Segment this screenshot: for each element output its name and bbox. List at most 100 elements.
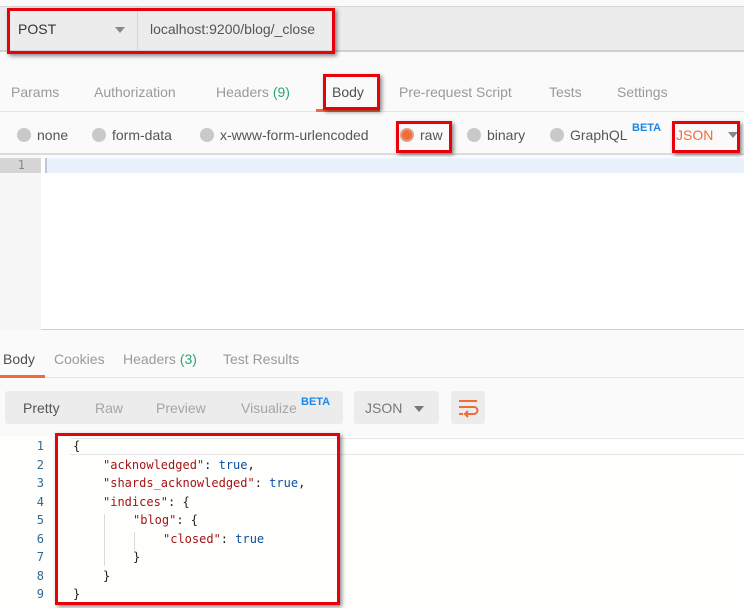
line-number: 9 <box>36 587 44 601</box>
code-line: } <box>133 550 140 564</box>
json-key: "indices" <box>103 494 169 509</box>
radio-label: raw <box>420 127 443 143</box>
radio-label: binary <box>487 127 526 143</box>
tab-pre-request-script[interactable]: Pre-request Script <box>399 84 512 100</box>
line-number: 4 <box>36 494 44 509</box>
tab-label: Tests <box>549 84 582 100</box>
tab-authorization[interactable]: Authorization <box>94 84 176 100</box>
tab-cookies[interactable]: Cookies <box>54 351 105 367</box>
radio-label: x-www-form-urlencoded <box>220 127 369 143</box>
url-input[interactable]: localhost:9200/blog/_close <box>150 21 315 37</box>
tab-label: Cookies <box>54 351 105 367</box>
radio-icon <box>17 128 31 142</box>
json-punct: } <box>73 587 81 601</box>
tab-response-body[interactable]: Body <box>3 351 35 367</box>
radio-icon <box>92 128 106 142</box>
code-line: } <box>73 587 80 601</box>
radio-label: none <box>37 127 69 143</box>
beta-badge: BETA <box>301 396 331 408</box>
view-preview-button[interactable]: Preview <box>156 400 206 416</box>
url-bar: POST localhost:9200/blog/_close <box>0 6 744 52</box>
tab-headers[interactable]: Headers (9) <box>216 84 290 100</box>
radio-icon <box>200 128 214 142</box>
line-number: 1 <box>0 158 41 173</box>
tab-label: Body <box>3 351 35 367</box>
json-key: "acknowledged" <box>103 457 205 472</box>
response-tabs: Body Cookies Headers (3) Test Results <box>0 338 744 378</box>
headers-count: (9) <box>272 84 290 100</box>
chevron-down-icon <box>115 27 125 33</box>
code-line: { <box>73 439 80 453</box>
indent-guide <box>104 514 105 566</box>
code-line: "blog": { <box>133 513 198 527</box>
view-raw-button[interactable]: Raw <box>95 400 123 416</box>
code-line: "closed": true <box>163 532 264 546</box>
active-line <box>70 438 744 455</box>
active-tab-indicator <box>0 375 45 378</box>
json-key: "shards_acknowledged" <box>103 476 255 490</box>
json-punct: : <box>220 531 236 546</box>
view-pretty-button[interactable]: Pretty <box>23 400 60 416</box>
radio-icon <box>467 128 481 142</box>
language-select[interactable]: JSON <box>676 127 713 143</box>
json-punct: : { <box>168 494 190 509</box>
json-punct: : <box>204 457 219 472</box>
code-line: "shards_acknowledged": true, <box>103 476 305 490</box>
chevron-down-icon <box>728 132 738 138</box>
line-number: 7 <box>36 550 44 564</box>
request-body-editor[interactable]: 1 <box>0 157 744 330</box>
tab-params[interactable]: Params <box>11 84 59 100</box>
tab-label: Settings <box>617 84 668 100</box>
tab-test-results[interactable]: Test Results <box>223 351 299 367</box>
wrap-lines-icon <box>459 400 479 418</box>
view-visualize-button[interactable]: Visualize <box>241 400 297 416</box>
tab-label: Pre-request Script <box>399 84 512 100</box>
tab-label: Test Results <box>223 351 300 367</box>
line-number: 3 <box>36 476 44 490</box>
view-mode-group: Pretty Raw Preview Visualize BETA <box>5 391 343 424</box>
code-line: } <box>103 569 110 583</box>
json-punct: , <box>298 476 306 490</box>
radio-label: GraphQL <box>570 127 628 143</box>
wrap-lines-button[interactable] <box>451 391 485 424</box>
line-number: 5 <box>36 513 44 527</box>
request-tabs: Params Authorization Headers (9) Body Pr… <box>0 70 744 112</box>
radio-icon <box>550 128 564 142</box>
method-select[interactable]: POST <box>0 7 138 51</box>
tab-label: Params <box>11 84 60 100</box>
json-value: true <box>218 457 248 472</box>
tab-label: Headers <box>123 351 176 367</box>
code-line: "acknowledged": true, <box>103 458 255 472</box>
json-value: true <box>269 476 299 490</box>
json-key: "blog" <box>133 513 177 527</box>
tab-tests[interactable]: Tests <box>549 84 582 100</box>
line-gutter: 1 <box>0 157 41 330</box>
tab-body[interactable]: Body <box>332 84 364 100</box>
json-key: "closed" <box>163 531 221 546</box>
chevron-down-icon <box>414 406 424 412</box>
json-punct: { <box>73 439 81 453</box>
body-type-selector: none form-data x-www-form-urlencoded raw… <box>0 113 744 155</box>
response-body-viewer[interactable]: 1 {2 "acknowledged": true, 3 "shards_acknowl… <box>0 436 744 608</box>
active-tab-indicator <box>316 109 380 112</box>
radio-label: form-data <box>112 127 172 143</box>
radio-selected-icon <box>400 128 414 142</box>
tab-response-headers[interactable]: Headers (3) <box>123 351 197 367</box>
method-label: POST <box>18 21 57 37</box>
text-cursor <box>45 158 47 173</box>
code-line: "indices": { <box>103 495 190 509</box>
json-punct: : <box>254 476 270 490</box>
response-format-select[interactable]: JSON <box>354 391 439 424</box>
format-label: JSON <box>365 400 403 416</box>
line-number: 1 <box>36 439 44 453</box>
active-line <box>45 158 744 173</box>
tab-label: Headers <box>216 84 269 100</box>
json-value: true <box>235 531 265 546</box>
json-punct: } <box>103 568 111 583</box>
json-punct: : { <box>176 513 199 527</box>
line-number: 6 <box>36 531 44 546</box>
tab-settings[interactable]: Settings <box>617 84 668 100</box>
json-punct: , <box>247 457 255 472</box>
tab-label: Body <box>332 84 364 100</box>
indent-guide <box>134 532 135 550</box>
